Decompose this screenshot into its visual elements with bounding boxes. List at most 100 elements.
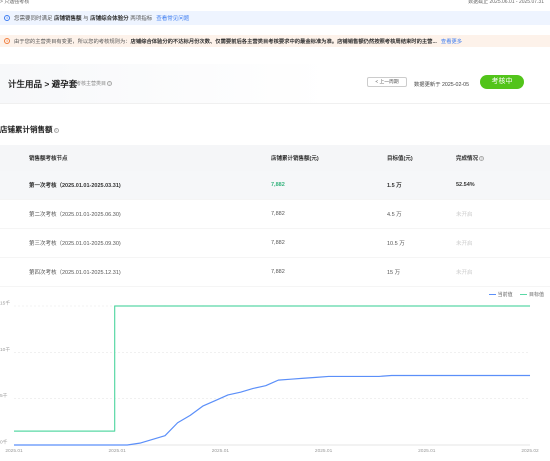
data-point — [240, 392, 241, 393]
data-point — [530, 375, 531, 376]
header-sales: 店铺累计销售额(元) — [271, 156, 319, 162]
breadcrumb[interactable]: > 只遇强考核 — [0, 0, 29, 5]
rule-change-notice: i 由于您的主营类目有变更，所以您的考核规则为： 店铺综合体验分的不达标月份次数… — [0, 35, 550, 47]
data-point — [127, 306, 128, 307]
status-badge[interactable]: 考核中 — [480, 75, 524, 89]
data-point — [64, 445, 65, 446]
data-point — [441, 306, 442, 307]
data-point — [190, 306, 191, 307]
y-tick-label: 5千 — [0, 392, 8, 399]
data-point — [328, 306, 329, 307]
help-icon[interactable]: ? — [53, 127, 59, 133]
section-title: 店铺累计销售额? — [0, 124, 59, 135]
header-target: 目标值(元) — [387, 156, 413, 162]
row-period: 第四次考核（2025.01.01-2025.12.31) — [29, 270, 121, 276]
data-point — [202, 406, 203, 407]
top-breadcrumb-bar: > 只遇强考核 数据截止 2025.06.01 - 2025.07.31 — [0, 0, 550, 5]
data-point — [102, 431, 103, 432]
data-point — [152, 439, 153, 440]
data-point — [441, 375, 442, 376]
data-point — [39, 431, 40, 432]
header-period: 销售额考核节点 — [29, 156, 68, 162]
data-point — [290, 379, 291, 380]
data-point — [139, 306, 140, 307]
notice-suffix: 两项指标 — [130, 16, 153, 22]
data-point — [114, 306, 115, 307]
notice-mid: 与 — [83, 16, 89, 22]
data-point — [76, 445, 77, 446]
data-point — [492, 306, 493, 307]
header-status: 完成情况? — [456, 154, 485, 162]
data-point — [240, 306, 241, 307]
data-period-text: 数据截止 2025.06.01 - 2025.07.31 — [468, 0, 544, 5]
sales-line-chart[interactable]: 0千 5千 10千 15千 2025.01 2025.01 2025.01 2025.01 20… — [0, 296, 550, 461]
data-point — [215, 400, 216, 401]
data-point — [278, 380, 279, 381]
data-point — [504, 375, 505, 376]
data-point — [190, 415, 191, 416]
data-point — [278, 306, 279, 307]
data-point — [479, 375, 480, 376]
notice-item-sales: 店铺销售额 — [54, 16, 82, 22]
data-point — [492, 375, 493, 376]
row-status: 52.54% — [456, 182, 475, 188]
data-point — [202, 306, 203, 307]
y-tick-label: 15千 — [0, 300, 10, 307]
data-point — [378, 376, 379, 377]
data-point — [26, 431, 27, 432]
category-title: 计生用品 > 避孕套 — [8, 79, 78, 89]
data-point — [316, 377, 317, 378]
data-point — [429, 375, 430, 376]
data-point — [26, 445, 27, 446]
data-point — [353, 306, 354, 307]
header-status-text: 完成情况 — [456, 156, 479, 162]
data-point — [467, 306, 468, 307]
data-point — [14, 445, 15, 446]
category-card: 计生用品 > 避孕套 考核主营类目? < 上一周期 数据更新于 2025-02-… — [0, 64, 550, 104]
help-icon[interactable]: ? — [107, 80, 113, 86]
data-point — [404, 306, 405, 307]
data-point — [404, 375, 405, 376]
x-tick-label: 2025.01 — [212, 448, 230, 454]
category-subtitle-text: 考核主营类目 — [76, 80, 107, 87]
data-point — [416, 375, 417, 376]
help-icon[interactable]: ? — [479, 156, 485, 162]
requirement-notice: i 您需要同时满足 店铺销售额 与 店铺综合体验分 两项指标 查看常见问题 — [0, 11, 550, 25]
faq-link[interactable]: 查看常见问题 — [156, 14, 189, 22]
row-period: 第一次考核（2025.01.01-2025.03.31) — [29, 183, 121, 189]
data-point — [391, 375, 392, 376]
row-sales: 7,882 — [271, 269, 285, 275]
rule-notice-text: 店铺综合体验分的不达标月份次数、仅需要前后各主营类目考核要求中的最金标准为准。店… — [130, 39, 437, 45]
data-point — [366, 376, 367, 377]
row-period: 第二次考核（2025.01.01-2025.06.30) — [29, 212, 121, 218]
row-sales: 7,882 — [271, 240, 285, 246]
view-more-link[interactable]: 查看更多 — [441, 37, 462, 45]
previous-period-button[interactable]: < 上一周期 — [367, 77, 407, 87]
rule-notice-prefix: 由于您的主营类目有变更，所以您的考核规则为： — [14, 39, 131, 45]
row-period: 第三次考核（2025.01.01-2025.09.30) — [29, 241, 121, 247]
data-point — [265, 306, 266, 307]
data-point — [227, 394, 228, 395]
y-tick-label: 10千 — [0, 346, 10, 353]
data-point — [366, 306, 367, 307]
data-point — [517, 306, 518, 307]
data-point — [517, 375, 518, 376]
data-point — [14, 431, 15, 432]
data-point — [89, 431, 90, 432]
data-point — [177, 422, 178, 423]
info-icon: i — [4, 15, 10, 21]
data-point — [416, 306, 417, 307]
data-point — [530, 306, 531, 307]
row-status: 未开启 — [456, 212, 473, 218]
row-sales: 7,882 — [271, 211, 285, 217]
data-point — [467, 375, 468, 376]
data-point — [391, 306, 392, 307]
data-point — [429, 306, 430, 307]
data-point — [227, 306, 228, 307]
data-point — [165, 306, 166, 307]
table-row: 第二次考核（2025.01.01-2025.06.30) 7,882 4.5 万… — [0, 200, 550, 229]
data-point — [64, 431, 65, 432]
data-point — [165, 435, 166, 436]
data-point — [39, 445, 40, 446]
data-point — [303, 378, 304, 379]
